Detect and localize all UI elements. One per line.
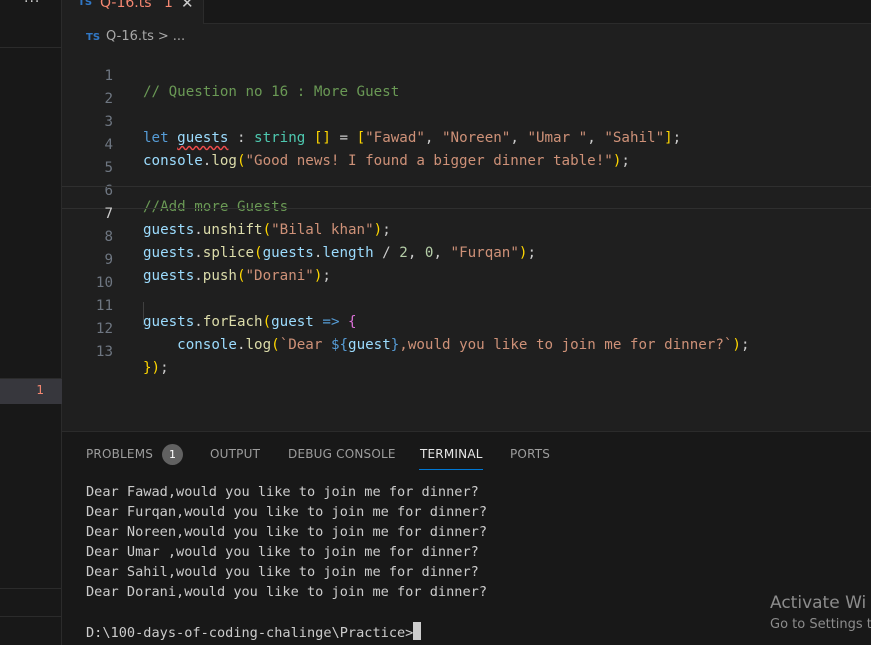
tab-problems[interactable]: PROBLEMS (86, 447, 153, 461)
tab-output[interactable]: OUTPUT (210, 447, 260, 461)
active-tab-indicator (419, 469, 483, 470)
code-line: 9 guests.push("Dorani"); (62, 233, 871, 284)
code-line: 4 console.log("Good news! I found a bigg… (62, 118, 871, 169)
activation-watermark-subtitle: Go to Settings t (770, 617, 871, 632)
code-line: 8 guests.splice(guests.length / 2, 0, "F… (62, 210, 871, 261)
problems-badge: 1 (162, 444, 183, 465)
tab-debug-console[interactable]: DEBUG CONSOLE (288, 447, 396, 461)
tab-terminal[interactable]: TERMINAL (420, 447, 483, 461)
terminal-line: Dear Furqan,would you like to join me fo… (86, 504, 488, 520)
code-line: 13 }); (62, 325, 871, 376)
terminal-prompt[interactable]: D:\100-days-of-coding-chalinge\Practice> (86, 622, 422, 643)
line-number: 13 (95, 344, 113, 360)
sidebar-problems-count: 1 (36, 383, 44, 397)
sidebar-divider (0, 616, 62, 617)
breadcrumb-file[interactable]: Q-16.ts (106, 29, 154, 44)
typescript-icon: TS (78, 0, 93, 8)
code-line: 3 let guests : string [] = ["Fawad", "No… (62, 95, 871, 146)
breadcrumb: TS Q-16.ts >... (86, 29, 185, 47)
code-editor[interactable]: 1 // Question no 16 : More Guest 2 3 let… (62, 48, 871, 431)
tab-file-name: Q-16.ts (100, 0, 152, 11)
code-line: 6 //Add more Guests (62, 164, 871, 215)
sidebar-divider (0, 47, 62, 48)
tab-error-count: 1 (164, 0, 173, 11)
breadcrumb-separator: > (157, 29, 169, 44)
line-code: }); (143, 360, 169, 376)
tab-ports[interactable]: PORTS (510, 447, 550, 461)
code-line: 12 console.log(`Dear ${guest},would you … (62, 302, 871, 353)
code-line: 10 (62, 256, 871, 291)
sidebar-problems-row[interactable]: 1 (0, 379, 62, 404)
indent-guide (143, 302, 144, 325)
activation-watermark-title: Activate Wi (770, 593, 867, 613)
code-line: 5 (62, 141, 871, 176)
more-actions-icon[interactable]: ··· (24, 0, 40, 10)
editor-tab-bar: TS Q-16.ts 1 ✕ (62, 0, 871, 24)
code-line-current: 7 guests.unshift("Bilal khan"); (62, 186, 871, 238)
sidebar-divider (0, 588, 62, 589)
code-line: 11 guests.forEach(guest => { (62, 279, 871, 330)
bottom-panel: PROBLEMS 1 OUTPUT DEBUG CONSOLE TERMINAL… (62, 431, 871, 645)
breadcrumb-more[interactable]: ... (173, 29, 185, 44)
close-icon[interactable]: ✕ (181, 0, 194, 12)
typescript-icon: TS (86, 32, 101, 43)
terminal-line: Dear Sahil,would you like to join me for… (86, 564, 479, 580)
terminal-line: Dear Fawad,would you like to join me for… (86, 484, 479, 500)
code-line: 2 (62, 72, 871, 107)
activity-sidebar: ··· 1 (0, 0, 62, 645)
terminal-output[interactable]: Dear Fawad,would you like to join me for… (86, 482, 487, 602)
tab-q16[interactable]: TS Q-16.ts 1 ✕ (62, 0, 204, 24)
terminal-cursor (413, 622, 422, 640)
prompt-text: D:\100-days-of-coding-chalinge\Practice> (86, 625, 414, 641)
terminal-line: Dear Umar ,would you like to join me for… (86, 544, 479, 560)
code-line: 1 // Question no 16 : More Guest (62, 49, 871, 100)
terminal-line: Dear Dorani,would you like to join me fo… (86, 584, 488, 600)
terminal-line: Dear Noreen,would you like to join me fo… (86, 524, 488, 540)
